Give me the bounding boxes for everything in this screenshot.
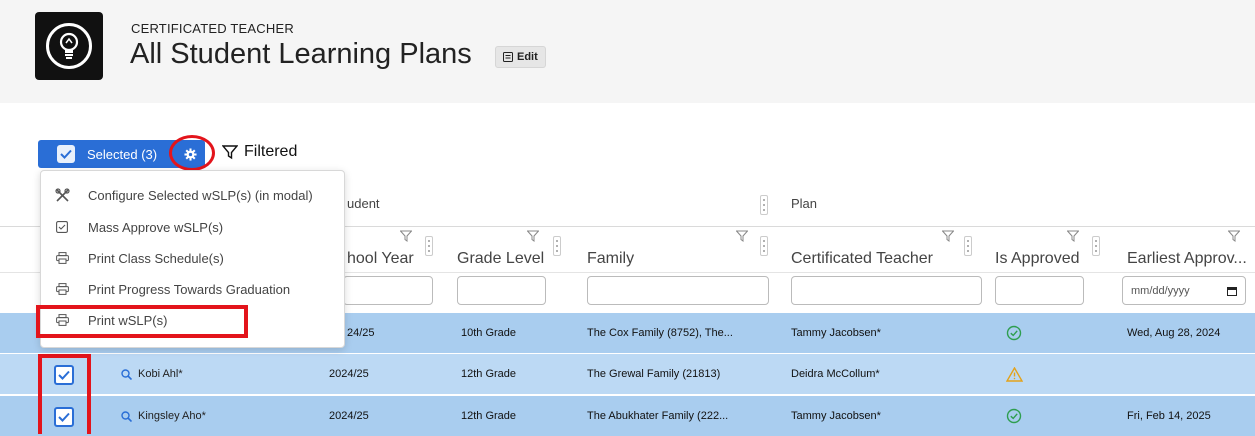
cell-school-year: 2024/25 bbox=[329, 368, 369, 380]
column-school-year-label: hool Year bbox=[347, 250, 414, 267]
app-logo bbox=[35, 12, 103, 80]
grade-level-filter-input[interactable] bbox=[457, 276, 546, 305]
table-row[interactable]: Kingsley Aho* 2024/25 12th Grade The Abu… bbox=[0, 396, 1255, 436]
column-grade-level-label: Grade Level bbox=[457, 250, 545, 267]
cell-grade-level: 10th Grade bbox=[461, 327, 517, 339]
approved-check-icon bbox=[1006, 313, 1022, 353]
printer-icon bbox=[53, 252, 71, 264]
approved-filter-input[interactable] bbox=[995, 276, 1084, 305]
column-menu-handle[interactable] bbox=[760, 236, 768, 256]
menu-item-label: Print Progress Towards Graduation bbox=[88, 281, 291, 297]
filter-icon[interactable] bbox=[736, 230, 748, 242]
cell-school-year: 24/25 bbox=[347, 327, 375, 339]
earliest-date-input[interactable]: mm/dd/yyyy bbox=[1122, 276, 1246, 305]
group-student: udent bbox=[347, 186, 777, 226]
student-name: Kobi Ahl* bbox=[138, 368, 183, 380]
cell-family: The Abukhater Family (222... bbox=[587, 410, 729, 422]
checkbox-icon bbox=[57, 145, 75, 163]
filter-icon[interactable] bbox=[527, 230, 539, 242]
group-student-label: udent bbox=[347, 196, 380, 211]
menu-item-configure[interactable]: Configure Selected wSLP(s) (in modal) bbox=[53, 184, 313, 206]
column-menu-handle[interactable] bbox=[425, 236, 433, 256]
menu-item-print-progress[interactable]: Print Progress Towards Graduation bbox=[53, 278, 290, 300]
filter-icon[interactable] bbox=[942, 230, 954, 242]
tools-icon bbox=[53, 187, 71, 203]
column-school-year[interactable]: hool Year bbox=[347, 228, 437, 272]
group-plan: Plan bbox=[791, 186, 1251, 226]
group-plan-label: Plan bbox=[791, 196, 818, 211]
cell-earliest-approval: Fri, Feb 14, 2025 bbox=[1127, 410, 1211, 422]
column-family-label: Family bbox=[587, 250, 635, 267]
edit-label: Edit bbox=[517, 51, 538, 63]
page-title: All Student Learning Plans bbox=[130, 38, 472, 70]
filter-icon[interactable] bbox=[1067, 230, 1079, 242]
page-subtitle: CERTIFICATED TEACHER bbox=[131, 21, 294, 36]
family-filter-input[interactable] bbox=[587, 276, 769, 305]
student-name: Kingsley Aho* bbox=[138, 410, 206, 422]
calendar-icon[interactable] bbox=[1227, 286, 1237, 296]
date-placeholder: mm/dd/yyyy bbox=[1131, 284, 1190, 297]
edit-icon bbox=[503, 52, 513, 62]
menu-item-label: Configure Selected wSLP(s) (in modal) bbox=[88, 187, 313, 203]
filter-icon[interactable] bbox=[1228, 230, 1240, 242]
cell-family: The Grewal Family (21813) bbox=[587, 368, 721, 380]
edit-button[interactable]: Edit bbox=[495, 46, 546, 68]
warning-icon bbox=[1006, 354, 1023, 394]
printer-icon bbox=[53, 283, 71, 295]
cell-teacher: Tammy Jacobsen* bbox=[791, 327, 881, 339]
column-menu-handle[interactable] bbox=[964, 236, 972, 256]
column-is-approved[interactable]: Is Approved bbox=[995, 228, 1105, 272]
student-name-link[interactable]: Kobi Ahl* bbox=[121, 354, 183, 394]
search-icon bbox=[121, 368, 132, 380]
school-year-filter-input[interactable] bbox=[343, 276, 433, 305]
column-teacher-label: Certificated Teacher bbox=[791, 250, 933, 267]
filter-icon bbox=[222, 145, 238, 160]
cell-school-year: 2024/25 bbox=[329, 410, 369, 422]
filtered-indicator[interactable]: Filtered bbox=[222, 143, 297, 161]
filtered-label: Filtered bbox=[244, 143, 298, 160]
selected-label: Selected (3) bbox=[87, 146, 158, 162]
gear-annotation-circle bbox=[169, 135, 215, 171]
menu-item-mass-approve[interactable]: Mass Approve wSLP(s) bbox=[53, 216, 223, 238]
cell-grade-level: 12th Grade bbox=[461, 410, 517, 422]
menu-item-print-schedule[interactable]: Print Class Schedule(s) bbox=[53, 247, 224, 269]
cell-earliest-approval: Wed, Aug 28, 2024 bbox=[1127, 327, 1221, 339]
teacher-filter-input[interactable] bbox=[791, 276, 982, 305]
lightbulb-icon bbox=[59, 32, 79, 59]
filter-icon[interactable] bbox=[400, 230, 412, 242]
menu-item-label: Print Class Schedule(s) bbox=[88, 250, 224, 266]
print-annotation-box bbox=[36, 305, 248, 338]
cell-teacher: Deidra McCollum* bbox=[791, 368, 880, 380]
student-name-link[interactable]: Kingsley Aho* bbox=[121, 396, 206, 436]
cell-grade-level: 12th Grade bbox=[461, 368, 517, 380]
cell-family: The Cox Family (8752), The... bbox=[587, 327, 733, 339]
column-menu-handle[interactable] bbox=[760, 195, 768, 215]
column-earliest-approval-label: Earliest Approv... bbox=[1127, 250, 1247, 267]
table-row[interactable]: Kobi Ahl* 2024/25 12th Grade The Grewal … bbox=[0, 354, 1255, 394]
checkbox-annotation-box bbox=[38, 354, 91, 434]
cell-teacher: Tammy Jacobsen* bbox=[791, 410, 881, 422]
column-menu-handle[interactable] bbox=[553, 236, 561, 256]
column-is-approved-label: Is Approved bbox=[995, 250, 1080, 267]
approved-check-icon bbox=[1006, 396, 1022, 436]
checkbox-icon bbox=[53, 221, 71, 233]
column-menu-handle[interactable] bbox=[1092, 236, 1100, 256]
page-header: CERTIFICATED TEACHER All Student Learnin… bbox=[0, 0, 1255, 103]
menu-item-label: Mass Approve wSLP(s) bbox=[88, 219, 224, 235]
search-icon bbox=[121, 410, 132, 422]
